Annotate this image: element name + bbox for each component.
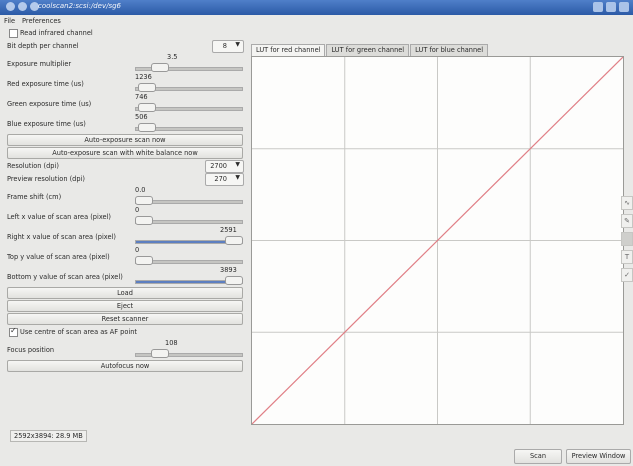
focus-position-label: Focus position <box>7 346 55 354</box>
menu-bar: File Preferences <box>0 15 633 26</box>
window-title: coolscan2:scsi:/dev/sg6 <box>38 2 121 10</box>
window-menu-icon[interactable] <box>6 2 15 11</box>
resolution-select[interactable]: 2700 ▼ <box>205 160 244 173</box>
chevron-down-icon: ▼ <box>235 161 240 168</box>
right-x-label: Right x value of scan area (pixel) <box>7 233 116 241</box>
right-x-row: Right x value of scan area (pixel) 2591 <box>7 226 243 246</box>
autofocus-button[interactable]: Autofocus now <box>7 360 243 372</box>
exposure-multiplier-label: Exposure multiplier <box>7 60 72 68</box>
bit-depth-select[interactable]: 8 ▼ <box>212 40 244 53</box>
chevron-down-icon: ▼ <box>235 41 240 48</box>
red-exposure-label: Red exposure time (us) <box>7 80 84 88</box>
minimize-button[interactable] <box>593 2 603 12</box>
resolution-label: Resolution (dpi) <box>7 162 59 170</box>
focus-position-value: 108 <box>165 339 178 347</box>
menu-preferences[interactable]: Preferences <box>22 17 61 25</box>
use-centre-checkbox[interactable] <box>9 326 18 337</box>
eject-button[interactable]: Eject <box>7 300 243 312</box>
status-bar: 2592x3894: 28.9 MB <box>10 430 87 442</box>
red-exposure-value: 1236 <box>135 73 152 81</box>
pencil-icon[interactable]: ✎ <box>621 214 633 228</box>
right-x-value: 2591 <box>220 226 237 234</box>
use-centre-label: Use centre of scan area as AF point <box>20 328 137 336</box>
resolution-value: 2700 <box>210 162 227 170</box>
auto-exposure-button[interactable]: Auto-exposure scan now <box>7 134 243 146</box>
scanner-options-panel: Read infrared channel Bit depth per chan… <box>7 27 244 373</box>
chevron-down-icon: ▼ <box>235 174 240 181</box>
exposure-multiplier-row: Exposure multiplier 3.5 <box>7 53 243 73</box>
left-x-row: Left x value of scan area (pixel) 0 <box>7 206 243 226</box>
bottom-y-row: Bottom y value of scan area (pixel) 3893 <box>7 266 243 286</box>
lut-curve-svg[interactable] <box>251 56 624 425</box>
check-icon[interactable]: ✓ <box>621 268 633 282</box>
flat-tool-icon[interactable] <box>621 232 633 246</box>
use-centre-row: Use centre of scan area as AF point <box>7 326 243 339</box>
preview-resolution-value: 270 <box>214 175 227 183</box>
exposure-multiplier-value: 3.5 <box>167 53 178 61</box>
preview-window-button[interactable]: Preview Window <box>566 449 631 464</box>
bottom-y-label: Bottom y value of scan area (pixel) <box>7 273 123 281</box>
preview-resolution-row: Preview resolution (dpi) 270 ▼ <box>7 173 244 186</box>
bottom-y-value: 3893 <box>220 266 237 274</box>
red-exposure-row: Red exposure time (us) 1236 <box>7 73 243 93</box>
reset-scanner-button[interactable]: Reset scanner <box>7 313 243 325</box>
tab-lut-green[interactable]: LUT for green channel <box>326 44 410 56</box>
top-y-value: 0 <box>135 246 140 254</box>
red-exposure-handle[interactable] <box>137 83 156 92</box>
scan-button[interactable]: Scan <box>514 449 562 464</box>
frame-shift-label: Frame shift (cm) <box>7 193 62 201</box>
tab-lut-red[interactable]: LUT for red channel <box>251 44 326 56</box>
left-x-value: 0 <box>135 206 140 214</box>
exposure-multiplier-handle[interactable] <box>151 63 170 72</box>
top-y-label: Top y value of scan area (pixel) <box>7 253 110 261</box>
load-button[interactable]: Load <box>7 287 243 299</box>
frame-shift-handle[interactable] <box>135 196 153 205</box>
preview-resolution-label: Preview resolution (dpi) <box>7 175 85 183</box>
preview-resolution-select[interactable]: 270 ▼ <box>205 173 244 186</box>
pin-icon[interactable] <box>18 2 27 11</box>
tab-lut-blue[interactable]: LUT for blue channel <box>410 44 489 56</box>
auto-exposure-wb-button[interactable]: Auto-exposure scan with white balance no… <box>7 147 243 159</box>
top-y-row: Top y value of scan area (pixel) 0 <box>7 246 243 266</box>
blue-exposure-handle[interactable] <box>137 123 156 132</box>
right-x-handle[interactable] <box>225 236 243 245</box>
blue-exposure-value: 506 <box>135 113 148 121</box>
lut-curve-editor[interactable] <box>251 56 624 425</box>
frame-shift-value: 0.0 <box>135 186 146 194</box>
blue-exposure-label: Blue exposure time (us) <box>7 120 86 128</box>
green-exposure-label: Green exposure time (us) <box>7 100 92 108</box>
focus-position-handle[interactable] <box>151 349 170 358</box>
bit-depth-value: 8 <box>222 42 227 50</box>
close-button[interactable] <box>619 2 629 12</box>
resolution-row: Resolution (dpi) 2700 ▼ <box>7 160 244 173</box>
green-exposure-value: 746 <box>135 93 148 101</box>
blue-exposure-row: Blue exposure time (us) 506 <box>7 113 243 133</box>
titlebar-controls <box>593 2 629 12</box>
green-exposure-row: Green exposure time (us) 746 <box>7 93 243 113</box>
titlebar-icons <box>6 2 39 11</box>
read-infrared-row: Read infrared channel <box>7 27 243 40</box>
top-y-handle[interactable] <box>135 256 153 265</box>
frame-shift-row: Frame shift (cm) 0.0 <box>7 186 243 206</box>
menu-file[interactable]: File <box>4 17 15 25</box>
maximize-button[interactable] <box>606 2 616 12</box>
read-infrared-checkbox[interactable] <box>9 29 18 38</box>
focus-position-row: Focus position 108 <box>7 339 243 359</box>
bit-depth-row: Bit depth per channel 8 ▼ <box>7 40 244 53</box>
left-x-label: Left x value of scan area (pixel) <box>7 213 111 221</box>
curve-tools: ∿ ✎ T ✓ <box>621 196 633 286</box>
curve-tool-icon[interactable]: ∿ <box>621 196 633 210</box>
left-x-handle[interactable] <box>135 216 153 225</box>
lut-tabs: LUT for red channel LUT for green channe… <box>251 44 489 56</box>
window-titlebar: coolscan2:scsi:/dev/sg6 <box>0 0 633 15</box>
bottom-y-handle[interactable] <box>225 276 243 285</box>
text-tool-icon[interactable]: T <box>621 250 633 264</box>
bit-depth-label: Bit depth per channel <box>7 42 79 50</box>
green-exposure-handle[interactable] <box>137 103 156 112</box>
read-infrared-label: Read infrared channel <box>20 29 93 37</box>
